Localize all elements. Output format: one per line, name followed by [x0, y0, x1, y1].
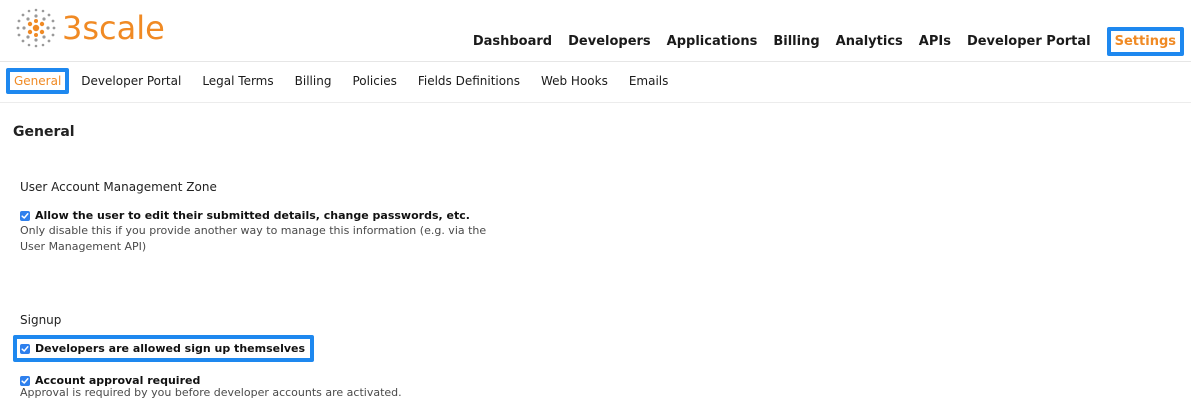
edit-details-hint-line2: User Management API) [20, 240, 147, 253]
self-signup-option[interactable]: Developers are allowed sign up themselve… [13, 335, 315, 362]
main-nav: Dashboard Developers Applications Billin… [457, 27, 1184, 56]
main-nav-developer-portal[interactable]: Developer Portal [967, 34, 1091, 49]
signup-heading: Signup [20, 313, 62, 327]
sub-nav-divider [0, 102, 1191, 103]
sub-nav-emails[interactable]: Emails [629, 74, 669, 88]
settings-sub-nav: General Developer Portal Legal Terms Bil… [6, 68, 689, 94]
main-nav-billing[interactable]: Billing [773, 34, 819, 49]
account-approval-hint: Approval is required by you before devel… [20, 386, 402, 399]
checkmark-icon [21, 377, 29, 384]
top-header: 3scale Dashboard Developers Applications… [0, 0, 1191, 62]
sub-nav-web-hooks[interactable]: Web Hooks [541, 74, 608, 88]
checkmark-icon [21, 212, 29, 219]
edit-details-label: Allow the user to edit their submitted d… [35, 209, 470, 222]
sub-nav-general[interactable]: General [6, 68, 70, 94]
self-signup-label: Developers are allowed sign up themselve… [35, 342, 306, 355]
main-nav-apis[interactable]: APIs [919, 34, 951, 49]
brand-name: 3scale [62, 9, 165, 47]
sub-nav-billing[interactable]: Billing [295, 74, 332, 88]
account-approval-checkbox[interactable] [20, 375, 30, 386]
edit-details-checkbox[interactable] [20, 210, 30, 221]
edit-details-hint: Only disable this if you provide another… [20, 223, 486, 255]
checkmark-icon [21, 345, 29, 352]
header-divider [0, 61, 1191, 62]
logo[interactable]: 3scale [14, 6, 165, 50]
sub-nav-legal-terms[interactable]: Legal Terms [202, 74, 273, 88]
logo-dots-icon [16, 8, 56, 48]
main-nav-applications[interactable]: Applications [667, 34, 758, 49]
main-nav-dashboard[interactable]: Dashboard [473, 34, 552, 49]
sub-nav-fields-definitions[interactable]: Fields Definitions [418, 74, 520, 88]
account-zone-heading: User Account Management Zone [20, 180, 217, 194]
self-signup-checkbox[interactable] [20, 343, 30, 354]
main-nav-developers[interactable]: Developers [568, 34, 651, 49]
page-title: General [13, 124, 75, 140]
edit-details-hint-line1: Only disable this if you provide another… [20, 224, 487, 237]
sub-nav-developer-portal[interactable]: Developer Portal [81, 74, 181, 88]
main-nav-settings[interactable]: Settings [1106, 27, 1184, 56]
sub-nav-policies[interactable]: Policies [352, 74, 396, 88]
main-nav-analytics[interactable]: Analytics [836, 34, 903, 49]
edit-details-option[interactable]: Allow the user to edit their submitted d… [20, 209, 470, 222]
